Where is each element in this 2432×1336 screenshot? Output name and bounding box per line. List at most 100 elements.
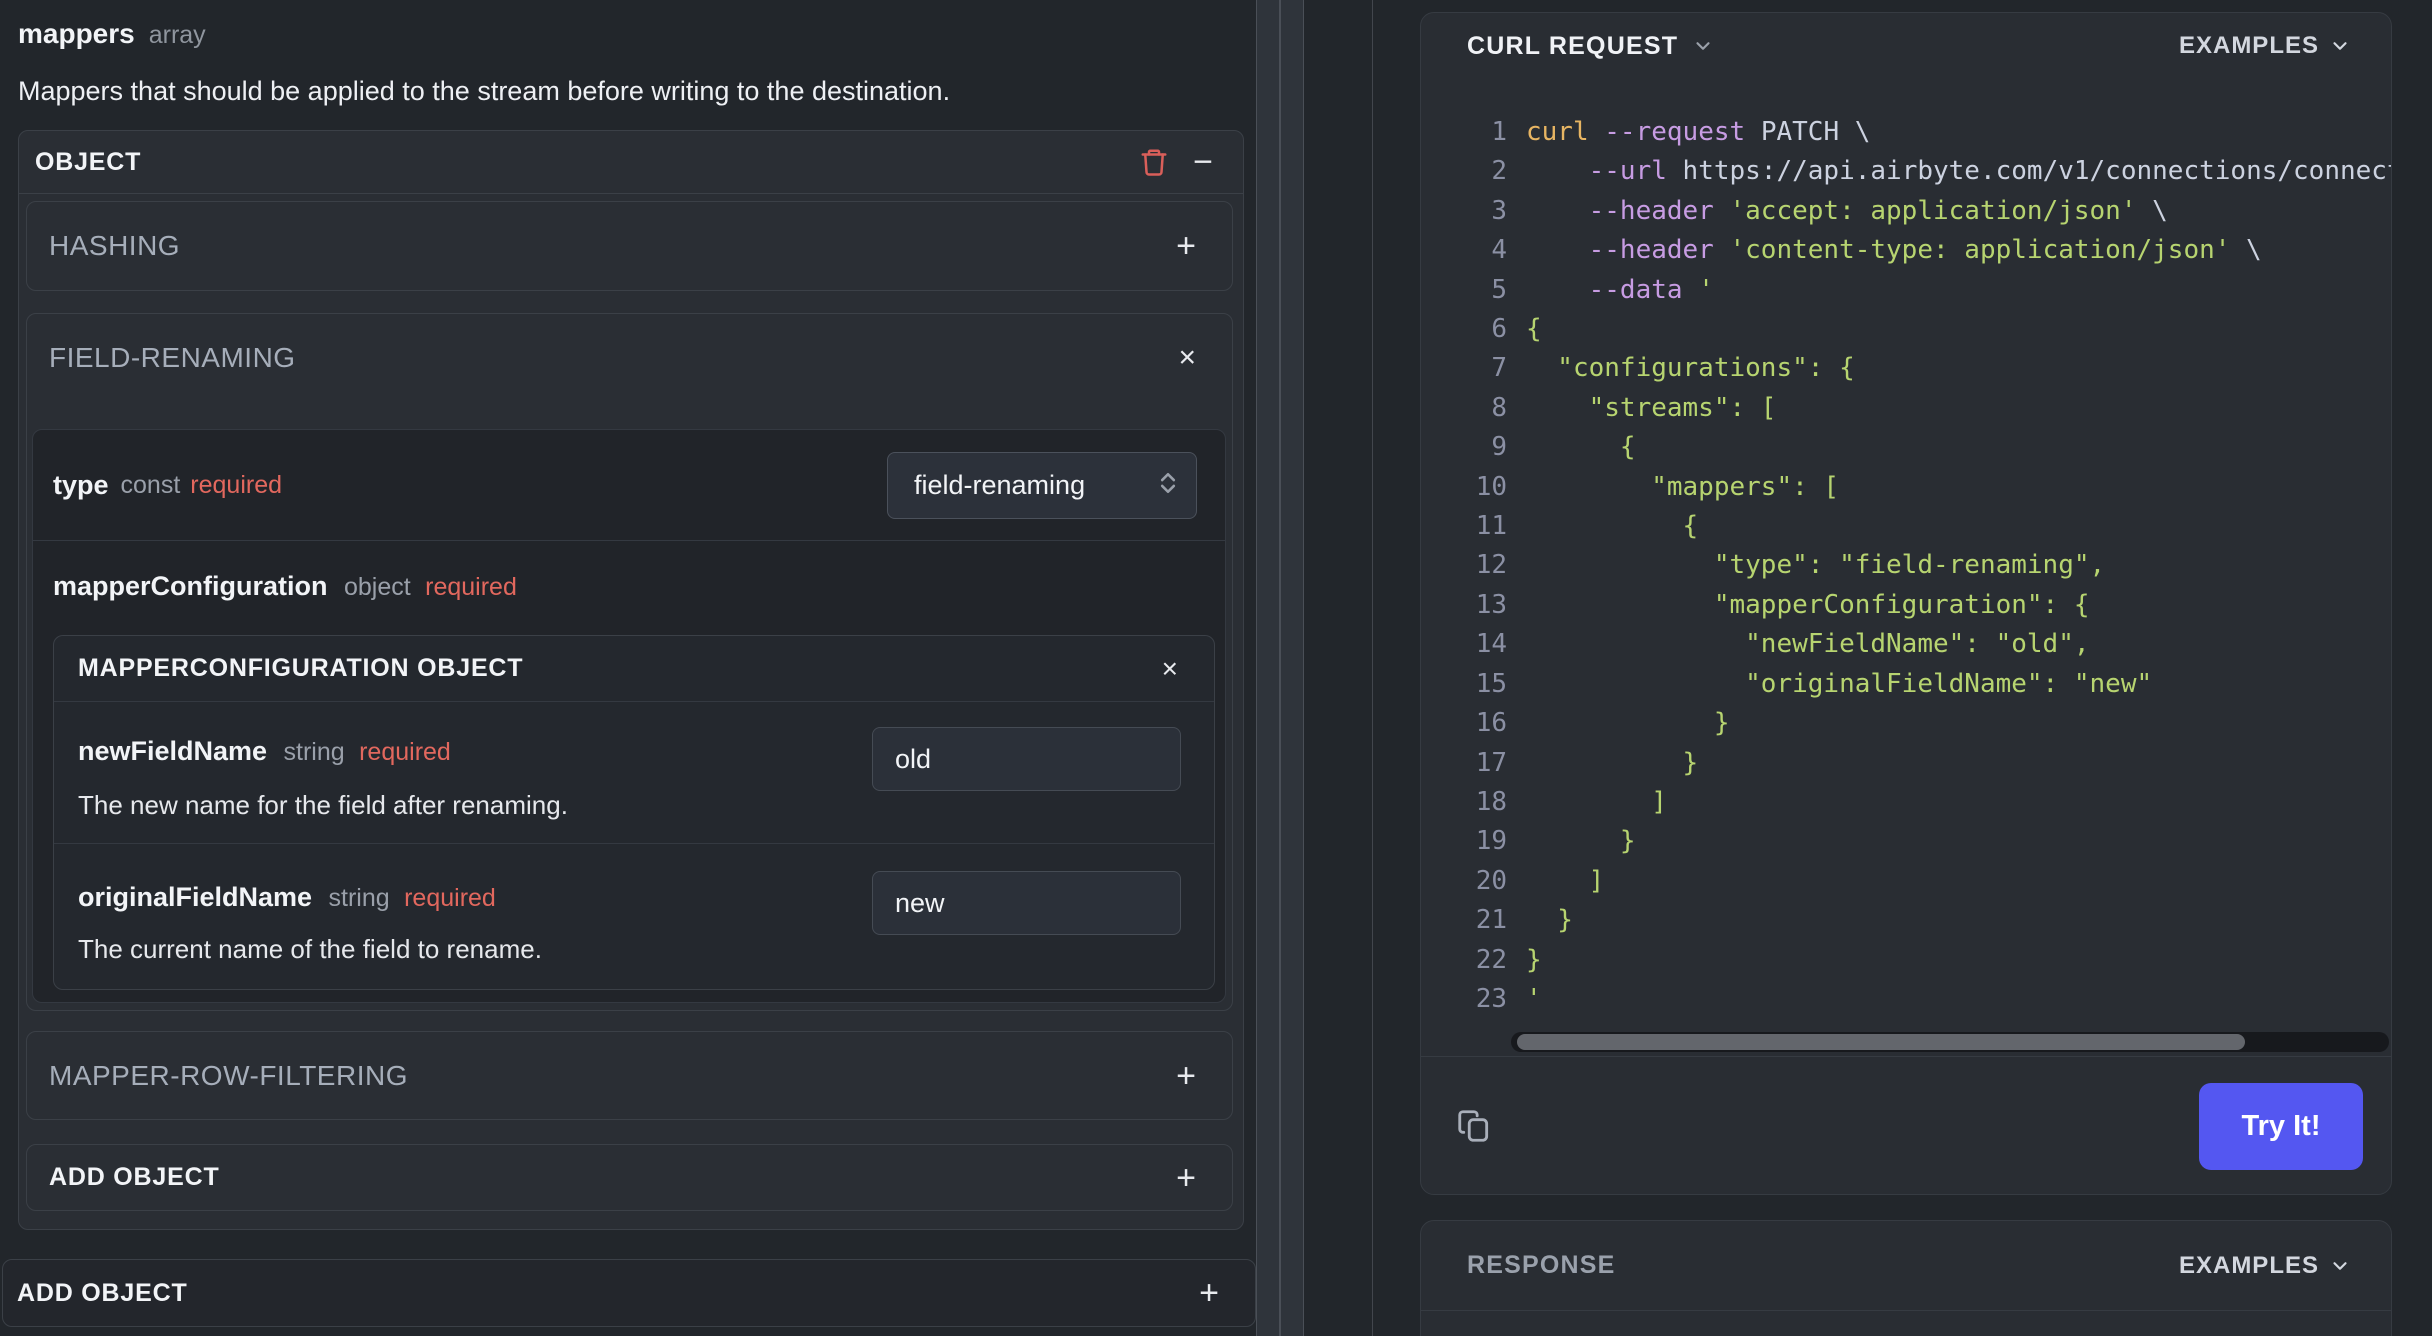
line-number: 3 [1491, 195, 1507, 226]
curl-code-area: 1 curl --request PATCH \ 2 --url https://a… [1421, 79, 2391, 1056]
examples-dropdown[interactable]: EXAMPLES [2179, 32, 2319, 60]
left-column-scroll-gutter [1280, 0, 1304, 1336]
line-number: 10 [1475, 471, 1507, 502]
property-name: newFieldName [78, 736, 268, 766]
line-number: 9 [1491, 432, 1507, 463]
curl-request-card: CURL REQUEST EXAMPLES 1 curl --request PA… [1420, 12, 2392, 1195]
property-description: The new name for the field after renamin… [78, 790, 568, 820]
code-line: 22} [1421, 941, 2391, 980]
code-text: --header 'content-type: application/json… [1526, 235, 2262, 266]
code-text: { [1526, 314, 1542, 345]
mapper-configuration-panel: MAPPERCONFIGURATION OBJECT × newFieldNam… [53, 635, 1215, 990]
code-text: "mapperConfiguration": { [1526, 589, 2090, 620]
code-line: 17 } [1421, 744, 2391, 783]
type-select[interactable]: field-renaming [887, 451, 1197, 519]
code-text: curl --request PATCH \ [1526, 117, 1871, 147]
add-object-label: ADD OBJECT [49, 1163, 220, 1191]
line-number: 19 [1475, 826, 1507, 857]
code-line: 15 "originalFieldName": "new" [1421, 665, 2391, 704]
collapse-object-button[interactable]: − [1193, 145, 1213, 179]
line-number: 11 [1475, 511, 1507, 542]
code-line: 7 "configurations": { [1421, 349, 2391, 388]
mappers-field-heading: mappers array [18, 18, 206, 50]
type-property-row: type const required field-renaming [33, 430, 1225, 541]
code-line: 16 } [1421, 704, 2391, 743]
code-line: 6{ [1421, 310, 2391, 349]
select-stepper-icon [1154, 468, 1182, 503]
code-line: 19 } [1421, 822, 2391, 861]
field-description: Mappers that should be applied to the st… [18, 76, 951, 106]
try-it-button[interactable]: Try It! [2199, 1083, 2363, 1170]
chevron-down-icon[interactable] [2329, 35, 2351, 57]
property-kind: object [343, 573, 411, 601]
code-text: { [1526, 511, 1699, 542]
hashing-section[interactable]: HASHING + [26, 201, 1233, 291]
code-line: 3 --header 'accept: application/json' \ [1421, 192, 2391, 231]
code-text: } [1526, 826, 1636, 857]
object-card-header: OBJECT − [19, 131, 1243, 194]
line-number: 13 [1475, 589, 1507, 620]
curl-card-footer: Try It! [1421, 1056, 2391, 1194]
copy-icon[interactable] [1455, 1107, 1493, 1145]
code-line: 10 "mappers": [ [1421, 468, 2391, 507]
close-mapper-configuration-icon[interactable]: × [1162, 654, 1178, 683]
code-text: --url https://api.airbyte.com/v1/connect… [1526, 156, 2391, 187]
new-field-name-input[interactable] [872, 727, 1181, 791]
expand-row-filtering-icon[interactable]: + [1176, 1059, 1196, 1093]
field-renaming-section: FIELD-RENAMING × type const required fie… [26, 313, 1233, 1011]
object-card-title: OBJECT [35, 147, 142, 176]
chevron-down-icon[interactable] [1692, 35, 1714, 57]
horizontal-scrollbar[interactable] [1511, 1032, 2389, 1052]
new-field-name-row: newFieldName string required The new nam… [54, 702, 1214, 844]
original-field-name-input[interactable] [872, 871, 1181, 935]
curl-request-title[interactable]: CURL REQUEST [1467, 32, 1678, 61]
line-number: 20 [1475, 865, 1507, 896]
line-number: 12 [1475, 550, 1507, 581]
property-kind: string [328, 884, 390, 912]
expand-hashing-icon[interactable]: + [1176, 229, 1196, 263]
code-line: 4 --header 'content-type: application/js… [1421, 231, 2391, 270]
code-line: 13 "mapperConfiguration": { [1421, 586, 2391, 625]
property-required-badge: required [190, 470, 283, 499]
code-text: ] [1526, 865, 1605, 896]
property-name: originalFieldName [78, 882, 313, 912]
code-line: 8 "streams": [ [1421, 389, 2391, 428]
column-divider [1372, 0, 1373, 1336]
add-object-plus-icon[interactable]: + [1176, 1161, 1196, 1195]
code-text: } [1526, 708, 1730, 739]
property-kind: string [283, 738, 345, 766]
examples-dropdown[interactable]: EXAMPLES [2179, 1252, 2319, 1280]
add-object-button-outer[interactable]: ADD OBJECT + [2, 1259, 1256, 1327]
chevron-down-icon[interactable] [2329, 1255, 2351, 1277]
original-field-name-row: originalFieldName string required The cu… [54, 844, 1214, 989]
trash-icon[interactable] [1139, 146, 1169, 178]
add-object-button[interactable]: ADD OBJECT + [26, 1144, 1233, 1211]
line-number: 18 [1475, 786, 1507, 817]
line-number: 5 [1491, 274, 1507, 305]
add-object-outer-plus-icon[interactable]: + [1199, 1276, 1219, 1310]
mapper-row-filtering-section[interactable]: MAPPER-ROW-FILTERING + [26, 1031, 1233, 1120]
scrollbar-thumb[interactable] [1517, 1034, 2245, 1050]
line-number: 7 [1491, 353, 1507, 384]
code-text: "originalFieldName": "new" [1526, 668, 2153, 699]
mapper-configuration-row: mapperConfiguration object required MAPP… [33, 541, 1225, 1002]
field-name: mappers [18, 18, 135, 49]
curl-request-header: CURL REQUEST EXAMPLES [1421, 13, 2391, 79]
line-number: 4 [1491, 235, 1507, 266]
code-text: } [1526, 747, 1699, 778]
code-line: 21 } [1421, 901, 2391, 940]
curl-code: 1 curl --request PATCH \ 2 --url https://a… [1421, 79, 2391, 1019]
close-field-renaming-icon[interactable]: × [1178, 343, 1196, 373]
property-required-badge: required [425, 573, 517, 601]
field-renaming-body: type const required field-renaming mappe… [32, 429, 1226, 1003]
property-required-badge: required [359, 738, 451, 766]
code-line: 23 ' [1421, 980, 2391, 1019]
response-header: RESPONSE EXAMPLES [1421, 1221, 2391, 1311]
code-line: 1 curl --request PATCH \ [1421, 113, 2391, 152]
code-text: } [1526, 905, 1573, 936]
object-card: OBJECT − HASHING + FIELD-RENAMING × type [18, 130, 1244, 1230]
code-text: "mappers": [ [1526, 471, 1840, 502]
code-line: 11 { [1421, 507, 2391, 546]
code-text: ] [1526, 786, 1667, 817]
code-text: --data ' [1526, 274, 1714, 305]
